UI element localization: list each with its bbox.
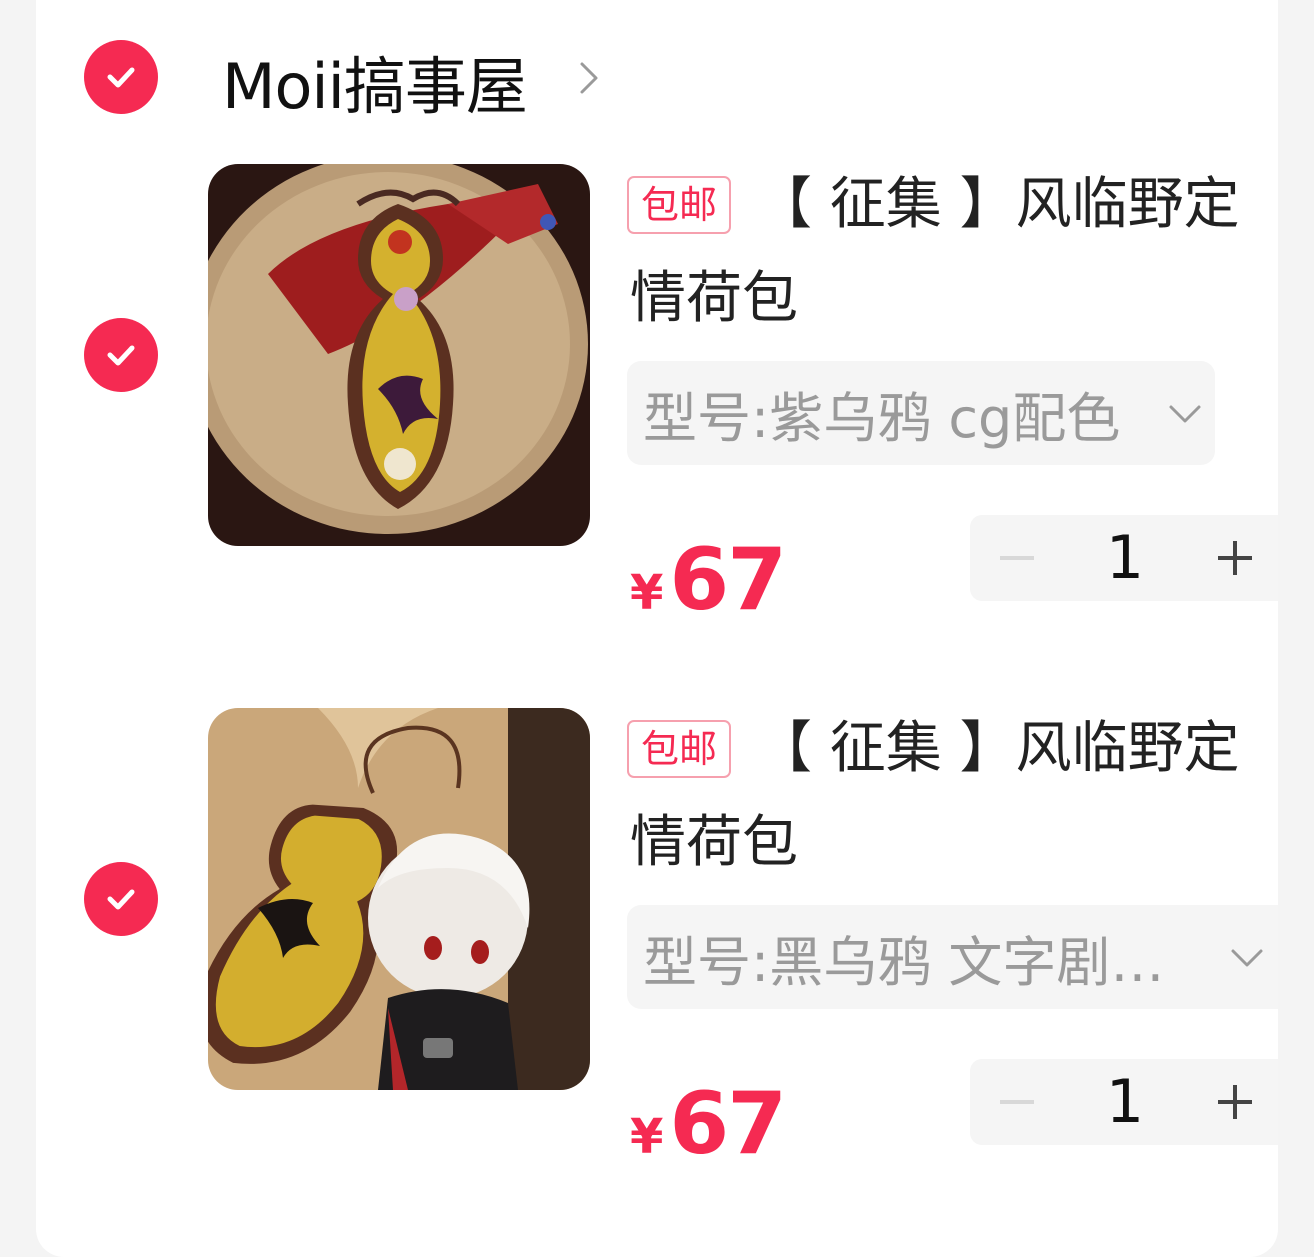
minus-icon[interactable] — [992, 533, 1042, 583]
checkmark-icon — [107, 889, 135, 910]
minus-icon[interactable] — [992, 1077, 1042, 1127]
variant-selector[interactable]: 型号:紫乌鸦 cg配色 — [627, 361, 1215, 465]
price-amount: 67 — [669, 530, 787, 630]
chevron-down-icon — [1231, 949, 1263, 967]
chevron-right-icon[interactable] — [574, 58, 604, 98]
price-amount: 67 — [669, 1074, 787, 1174]
product-price: ¥67 — [630, 1074, 787, 1174]
plus-icon[interactable] — [1210, 533, 1260, 583]
currency-symbol: ¥ — [630, 565, 664, 621]
quantity-value[interactable]: 1 — [1105, 1069, 1145, 1135]
product-thumbnail[interactable] — [208, 708, 590, 1090]
product-title[interactable]: 【 征集 】风临野定情荷包 — [630, 158, 1250, 346]
quantity-value[interactable]: 1 — [1105, 525, 1145, 591]
item-select-checkbox[interactable] — [84, 862, 158, 936]
shop-name[interactable]: Moii搞事屋 — [222, 50, 528, 124]
product-thumbnail[interactable] — [208, 164, 590, 546]
purple-crow-pouch-image — [208, 164, 590, 546]
item-select-checkbox[interactable] — [84, 318, 158, 392]
variant-label: 型号:紫乌鸦 cg配色 — [643, 386, 1121, 450]
quantity-stepper: 1 — [970, 515, 1278, 601]
shop-select-checkbox[interactable] — [84, 40, 158, 114]
product-price: ¥67 — [630, 530, 787, 630]
checkmark-icon — [107, 67, 135, 88]
quantity-stepper: 1 — [970, 1059, 1278, 1145]
variant-label: 型号:黑乌鸦 文字剧… — [643, 930, 1165, 994]
currency-symbol: ¥ — [630, 1109, 664, 1165]
chevron-down-icon — [1169, 405, 1201, 423]
product-title[interactable]: 【 征集 】风临野定情荷包 — [630, 702, 1250, 890]
variant-selector[interactable]: 型号:黑乌鸦 文字剧… — [627, 905, 1278, 1009]
black-crow-pouch-plush-image — [208, 708, 590, 1090]
plus-icon[interactable] — [1210, 1077, 1260, 1127]
checkmark-icon — [107, 345, 135, 366]
